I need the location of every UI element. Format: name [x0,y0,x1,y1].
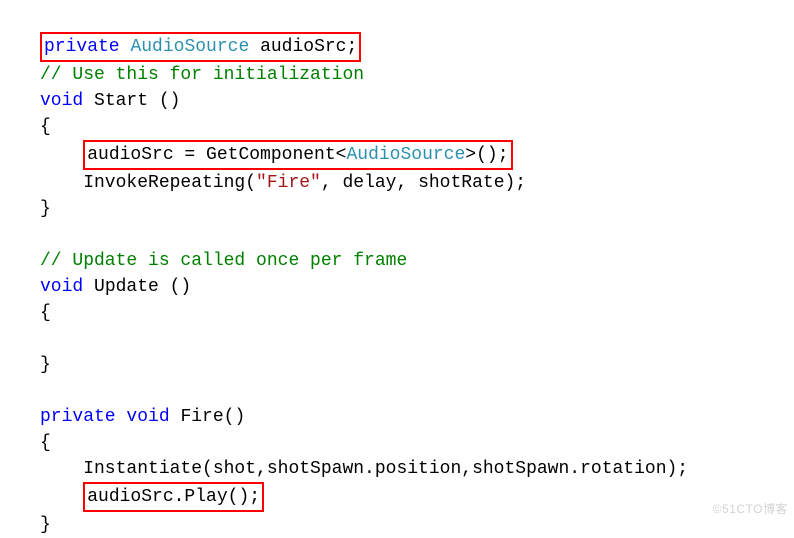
code-text: audioSrc.Play(); [87,487,260,507]
kw-private: private [40,407,116,427]
highlight-box-2: audioSrc = GetComponent<AudioSource>(); [83,140,512,170]
method-update: Update () [83,277,191,297]
comment-update: // Update is called once per frame [40,251,407,271]
method-start: Start () [83,91,180,111]
code-block: private AudioSource audioSrc; // Use thi… [0,0,794,538]
brace-close: } [40,515,51,535]
watermark: ©51CTO博客 [713,496,788,522]
kw-void: void [116,407,170,427]
brace-open: { [40,117,51,137]
highlight-box-1: private AudioSource audioSrc; [40,32,361,62]
type-audiosource: AudioSource [346,145,465,165]
brace-close: } [40,199,51,219]
brace-open: { [40,433,51,453]
brace-close: } [40,355,51,375]
code-text: audioSrc; [249,37,357,57]
code-text: , delay, shotRate); [321,173,526,193]
code-text: audioSrc = GetComponent< [87,145,346,165]
brace-open: { [40,303,51,323]
kw-void: void [40,277,83,297]
kw-void: void [40,91,83,111]
indent [40,145,83,165]
string-fire: "Fire" [256,173,321,193]
code-text: >(); [465,145,508,165]
code-text: Instantiate(shot,shotSpawn.position,shot… [40,459,688,479]
code-text: InvokeRepeating( [40,173,256,193]
type-audiosource: AudioSource [130,37,249,57]
indent [40,487,83,507]
kw-private: private [44,37,120,57]
highlight-box-3: audioSrc.Play(); [83,482,264,512]
method-fire: Fire() [170,407,246,427]
comment-init: // Use this for initialization [40,65,364,85]
